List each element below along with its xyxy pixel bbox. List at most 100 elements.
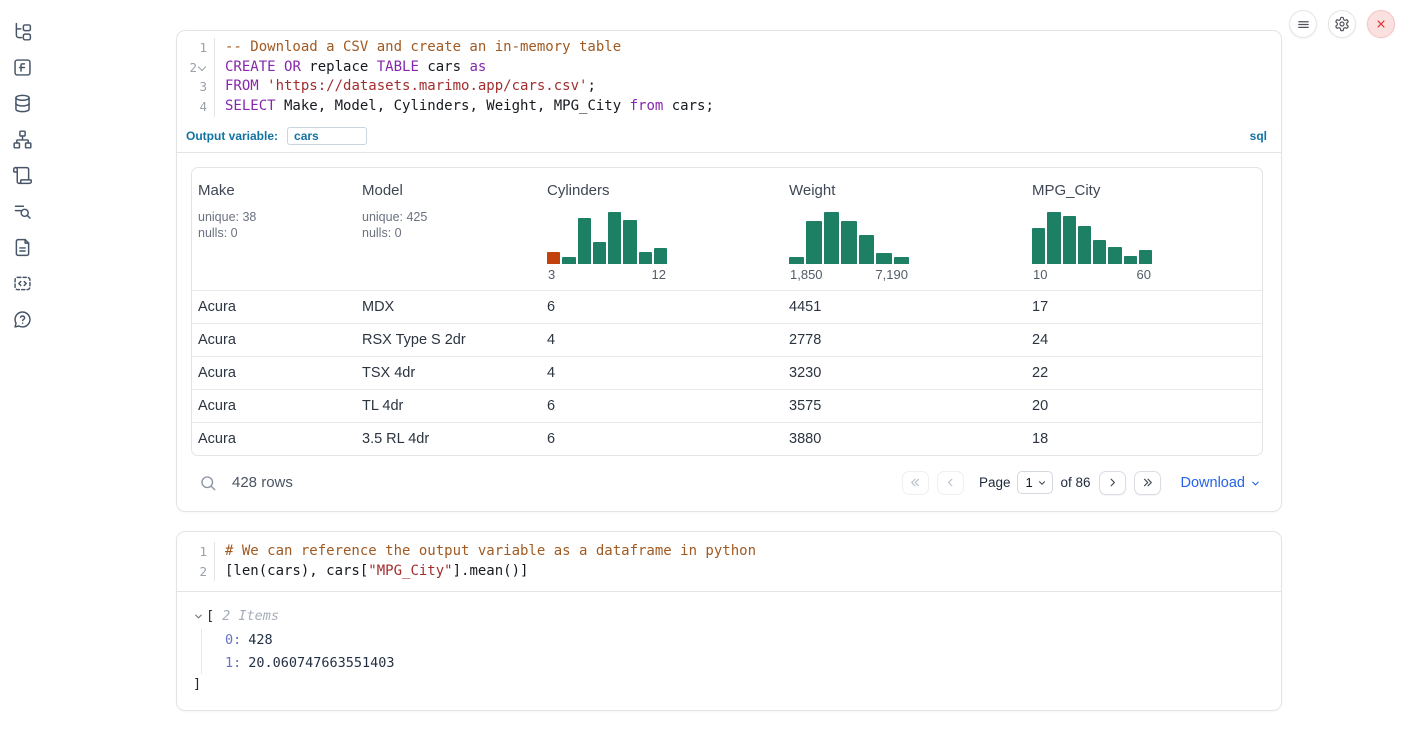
fold-chevron-icon[interactable]	[198, 63, 207, 72]
python-code-editor[interactable]: 1 # We can reference the output variable …	[177, 532, 1281, 592]
table-cell: 4451	[783, 299, 1026, 315]
next-page-button[interactable]	[1099, 471, 1126, 495]
code-text: -- Download a CSV and create an in-memor…	[215, 38, 621, 58]
tree-body: 0:4281:20.060747663551403	[201, 629, 1265, 674]
code-line[interactable]: 3FROM 'https://datasets.marimo.app/cars.…	[177, 77, 1281, 97]
help-icon[interactable]	[12, 309, 33, 330]
sql-code-editor[interactable]: 1-- Download a CSV and create an in-memo…	[177, 31, 1281, 123]
menu-button[interactable]	[1289, 10, 1317, 38]
code-text: # We can reference the output variable a…	[215, 542, 756, 562]
variables-icon[interactable]	[12, 57, 33, 78]
datasources-icon[interactable]	[12, 93, 33, 114]
column-header-cylinders[interactable]: Cylinders 3 12	[541, 168, 783, 290]
code-line[interactable]: 4SELECT Make, Model, Cylinders, Weight, …	[177, 97, 1281, 117]
code-line[interactable]: 1 # We can reference the output variable …	[177, 542, 1281, 562]
histogram-bars	[789, 212, 909, 264]
pagination: Page 1 of 86 Download	[894, 471, 1261, 495]
column-title: Make	[198, 182, 350, 199]
column-histogram[interactable]: 1060	[1032, 212, 1256, 282]
table-cell: TL 4dr	[356, 398, 541, 414]
first-page-button[interactable]	[902, 471, 929, 495]
file-tree-icon[interactable]	[12, 21, 33, 42]
table-cell: MDX	[356, 299, 541, 315]
column-stat: nulls: 0	[362, 225, 535, 242]
table-cell: 3230	[783, 365, 1026, 381]
axis-min-label: 3	[548, 267, 555, 282]
python-output: [ 2 Items 0:4281:20.060747663551403 ]	[177, 592, 1281, 710]
settings-button[interactable]	[1328, 10, 1356, 38]
column-title: Weight	[789, 182, 1020, 199]
table-cell: 17	[1026, 299, 1262, 315]
language-badge: sql	[1250, 129, 1267, 143]
table-cell: 6	[541, 431, 783, 447]
table-cell: 4	[541, 365, 783, 381]
column-header-mpg_city[interactable]: MPG_City 1060	[1026, 168, 1262, 290]
code-line[interactable]: 1-- Download a CSV and create an in-memo…	[177, 38, 1281, 58]
line-number: 3	[199, 77, 207, 97]
search-icon[interactable]	[199, 474, 217, 492]
table-body: AcuraMDX6445117AcuraRSX Type S 2dr427782…	[192, 290, 1262, 455]
histogram-axis-labels: 1060	[1032, 267, 1152, 282]
scratchpad-icon[interactable]	[12, 165, 33, 186]
tree-entry: 0:428	[225, 629, 1265, 652]
histogram-bar	[859, 235, 874, 264]
table-cell: 3880	[783, 431, 1026, 447]
table-cell: 24	[1026, 332, 1262, 348]
last-page-button[interactable]	[1134, 471, 1161, 495]
code-line[interactable]: 2CREATE OR replace TABLE cars as	[177, 58, 1281, 78]
code-token: # We can reference the output variable a…	[225, 543, 756, 559]
code-line[interactable]: 2[len(cars), cars["MPG_City"].mean()]	[177, 562, 1281, 582]
window-controls	[1289, 10, 1395, 38]
page-select[interactable]: 1	[1017, 471, 1053, 494]
histogram-bar	[1139, 250, 1152, 264]
output-variable-input[interactable]	[287, 127, 367, 145]
download-button[interactable]: Download	[1181, 475, 1262, 491]
code-token: [len(cars), cars[	[225, 563, 368, 579]
line-number-gutter: 4	[177, 97, 215, 117]
menu-icon	[1296, 17, 1311, 32]
documentation-icon[interactable]	[12, 237, 33, 258]
column-title: Cylinders	[547, 182, 777, 199]
notebook: 1 -- Download a CSV and create an in-memo…	[176, 30, 1282, 711]
histogram-axis-labels: 3 12	[547, 267, 667, 282]
logs-icon[interactable]	[12, 201, 33, 222]
histogram-bar	[654, 248, 667, 264]
snippets-icon[interactable]	[12, 273, 33, 294]
table-cell: 18	[1026, 431, 1262, 447]
column-title: MPG_City	[1032, 182, 1256, 199]
histogram-bar	[1124, 256, 1137, 264]
code-token	[259, 78, 267, 94]
column-title: Model	[362, 182, 535, 199]
tree-entry-key: 1:	[225, 655, 241, 671]
column-stats: unique: 425nulls: 0	[362, 209, 535, 242]
column-histogram[interactable]: 1,8507,190	[789, 212, 1020, 282]
column-stat: unique: 38	[198, 209, 350, 226]
histogram-bar	[623, 220, 636, 264]
column-histogram[interactable]: 3 12	[547, 212, 777, 282]
axis-max-label: 12	[652, 267, 666, 282]
sql-output-area: Makeunique: 38nulls: 0Modelunique: 425nu…	[177, 153, 1281, 511]
page-label: Page	[979, 475, 1011, 490]
column-header-weight[interactable]: Weight 1,8507,190	[783, 168, 1026, 290]
histogram-bar	[562, 257, 575, 264]
code-token: cars;	[663, 98, 714, 114]
close-button[interactable]	[1367, 10, 1395, 38]
code-token: OR	[284, 59, 301, 75]
column-header-make[interactable]: Make unique: 38nulls: 0	[192, 168, 356, 290]
code-token: ;	[587, 78, 595, 94]
table-row: AcuraMDX6445117	[192, 290, 1262, 323]
table-cell: TSX 4dr	[356, 365, 541, 381]
chevron-down-icon[interactable]	[193, 611, 204, 622]
histogram-bar	[608, 212, 621, 264]
table-footer: 428 rows Page 1 of 86	[191, 456, 1263, 505]
dependency-graph-icon[interactable]	[12, 129, 33, 150]
previous-page-button[interactable]	[937, 471, 964, 495]
table-cell: Acura	[192, 398, 356, 414]
column-stat: nulls: 0	[198, 225, 350, 242]
line-number: 1	[199, 542, 207, 562]
code-token: TABLE	[377, 59, 419, 75]
axis-max-label: 60	[1137, 267, 1151, 282]
sql-cell: 1 -- Download a CSV and create an in-memo…	[176, 30, 1282, 512]
table-cell: Acura	[192, 299, 356, 315]
column-header-model[interactable]: Model unique: 425nulls: 0	[356, 168, 541, 290]
